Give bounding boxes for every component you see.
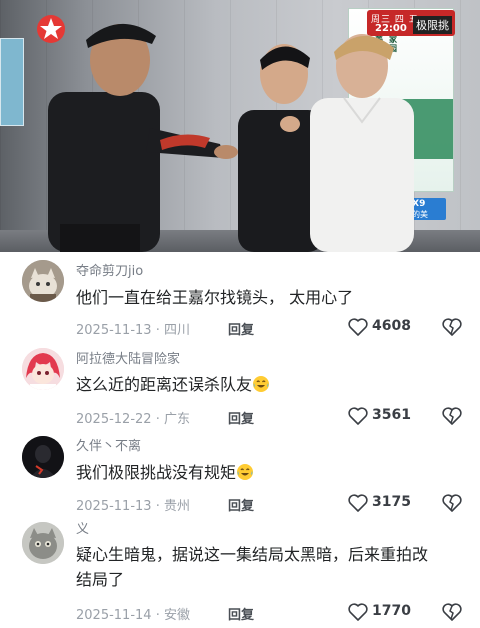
broken-heart-icon (442, 407, 462, 425)
like-count: 4608 (372, 318, 411, 334)
broken-heart-icon (442, 494, 462, 512)
comment-username[interactable]: 义 (76, 518, 89, 537)
comment-meta: 2025-11-13 · 贵州 (76, 499, 190, 514)
dislike-button[interactable] (442, 494, 462, 516)
like-count: 1770 (372, 603, 411, 619)
comment-username[interactable]: 阿拉德大陆冒险家 (76, 348, 180, 367)
reply-button[interactable]: 回复 (228, 319, 254, 338)
dislike-button[interactable] (442, 318, 462, 340)
anime-girl-avatar-icon[interactable] (22, 348, 64, 390)
cat-avatar-icon[interactable] (22, 260, 64, 302)
reply-button[interactable]: 回复 (228, 604, 254, 623)
heart-outline-icon (348, 494, 368, 512)
comment-text: 这么近的距离还误杀队友 (76, 372, 436, 397)
person-left-figure (48, 23, 238, 252)
comment-text: 疑心生暗鬼，据说这一集结局太黑暗，后来重拍改结局了 (76, 545, 429, 589)
crying-laughing-emoji-icon (237, 464, 254, 480)
comment-meta: 2025-11-13 · 四川 (76, 323, 190, 338)
comment-meta: 2025-12-22 · 广东 (76, 412, 190, 427)
comment-username[interactable]: 久伴丶不离 (76, 435, 141, 454)
comment-meta: 2025-11-14 · 安徽 (76, 608, 190, 623)
heart-outline-icon (348, 603, 368, 621)
broken-heart-icon (442, 603, 462, 621)
comment-username[interactable]: 夺命剪刀jio (76, 260, 143, 279)
wall-poster-left (0, 38, 24, 126)
crying-laughing-emoji-icon (253, 376, 270, 392)
reply-button[interactable]: 回复 (228, 495, 254, 514)
person-right-figure (310, 34, 414, 252)
heart-outline-icon (348, 318, 368, 336)
like-count: 3561 (372, 407, 411, 423)
broken-heart-icon (442, 318, 462, 336)
dislike-button[interactable] (442, 407, 462, 429)
video-frame[interactable]: 关注 美丽 家园 周三 四 五 22:00 极限挑 vivo X9 照亮你的美 (0, 0, 480, 252)
comment-text: 我们极限挑战没有规矩 (76, 460, 436, 485)
dislike-button[interactable] (442, 603, 462, 625)
dark-figure-avatar-icon[interactable] (22, 436, 64, 478)
grey-cat-avatar-icon[interactable] (22, 522, 64, 564)
reply-button[interactable]: 回复 (228, 408, 254, 427)
heart-outline-icon (348, 407, 368, 425)
comment-text: 他们一直在给王嘉尔找镜头， 太用心了 (76, 288, 354, 307)
comment-list[interactable]: 夺命剪刀jio 他们一直在给王嘉尔找镜头， 太用心了 2025-11-13 · … (0, 252, 480, 628)
like-count: 3175 (372, 494, 411, 510)
